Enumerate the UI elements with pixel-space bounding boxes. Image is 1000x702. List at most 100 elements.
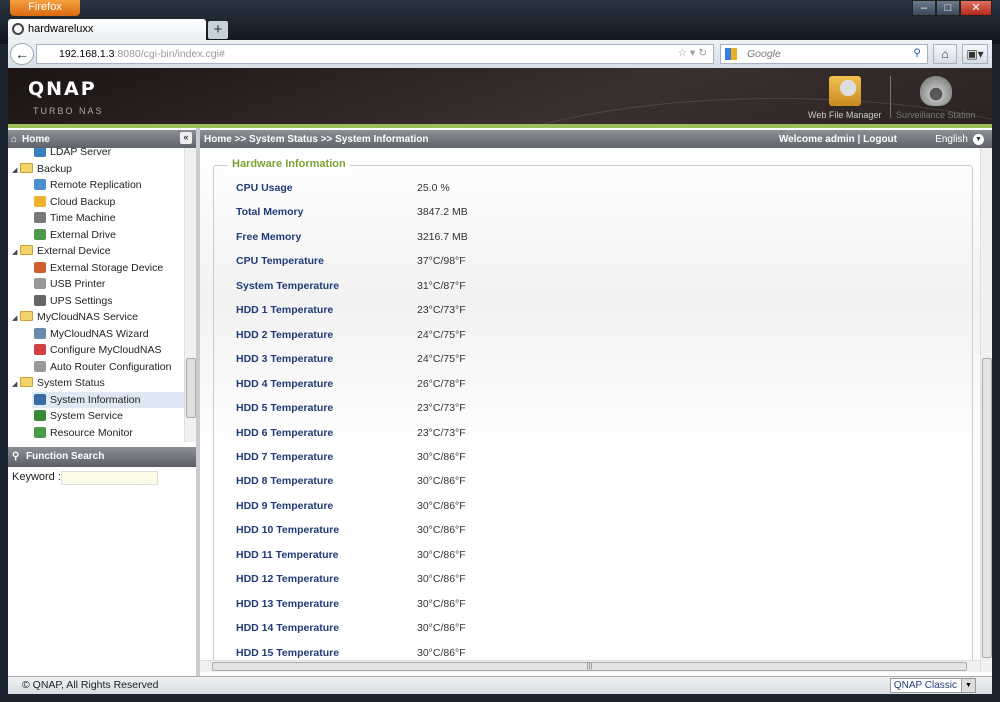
sidebar-item-label: System Status [37, 377, 105, 389]
function-search-title: Function Search [26, 451, 105, 462]
info-row: HDD 6 Temperature 23°C/73°F [236, 427, 466, 441]
search-placeholder: Google [747, 48, 781, 60]
expand-arrow-icon[interactable]: ◢ [12, 377, 20, 393]
sidebar-folder[interactable]: ◢ Backup [12, 161, 184, 177]
bookmarks-icon[interactable]: ▣▾ [962, 44, 988, 64]
sidebar-folder[interactable]: ◢ MyCloudNAS Service [12, 309, 184, 325]
bookmark-star-reload-icon[interactable]: ☆ ▾ ↻ [678, 47, 707, 59]
maximize-button[interactable]: □ [936, 0, 960, 16]
expand-arrow-icon[interactable]: ◢ [12, 245, 20, 261]
info-row: HDD 4 Temperature 26°C/78°F [236, 378, 466, 392]
breadcrumb: Home >> System Status >> System Informat… [204, 134, 429, 145]
sidebar-item[interactable]: System Service [32, 408, 184, 424]
back-arrow-icon[interactable]: ← [10, 43, 34, 65]
sidebar-item[interactable]: External Storage Device [32, 260, 184, 276]
url-bar[interactable]: 192.168.1.3:8080/cgi-bin/index.cgi# ☆ ▾ ↻ [36, 44, 714, 64]
qnap-logo: QNAP [28, 78, 97, 100]
firefox-menu-button[interactable]: Firefox [10, 0, 80, 16]
menu-item-icon [34, 212, 46, 223]
web-file-manager-button[interactable]: Web File Manager [808, 76, 881, 120]
info-value: 30°C/86°F [417, 646, 466, 659]
menu-item-icon [34, 195, 46, 207]
sidebar-item[interactable]: Cloud Backup [32, 194, 184, 210]
info-value: 25.0 % [417, 182, 450, 194]
info-label: HDD 6 Temperature [236, 426, 334, 439]
menu-item-icon [34, 327, 46, 339]
qnap-header: QNAP TURBO NAS Web File Manager Surveill… [8, 68, 992, 126]
sidebar-item[interactable]: UPS Settings [32, 293, 184, 309]
sidebar-item[interactable]: Remote Replication [32, 177, 184, 193]
turbo-nas-subtitle: TURBO NAS [33, 106, 104, 116]
sidebar-item-label: External Device [37, 245, 111, 257]
sidebar-item[interactable]: Resource Monitor [32, 425, 184, 441]
surveillance-station-button[interactable]: Surveillance Station [896, 76, 976, 120]
expand-arrow-icon[interactable]: ◢ [12, 163, 20, 179]
info-value: 23°C/73°F [417, 402, 466, 415]
function-search-header: ⚲ Function Search [8, 447, 196, 467]
content-horizontal-scrollbar[interactable]: ||| [200, 660, 980, 672]
content-panel: Hardware Information CPU Usage 25.0 % Tota… [200, 148, 980, 660]
content-vertical-scrollbar[interactable] [980, 148, 992, 672]
chevron-down-icon[interactable]: ▼ [961, 679, 975, 692]
sidebar-item-label: MyCloudNAS Service [37, 311, 138, 323]
sidebar-scrollbar[interactable] [184, 148, 196, 442]
info-row: HDD 3 Temperature 24°C/75°F [236, 353, 466, 367]
welcome-logout[interactable]: Welcome admin | Logout [779, 130, 897, 150]
theme-select[interactable]: QNAP Classic ▼ [889, 678, 976, 693]
info-label: HDD 5 Temperature [236, 402, 334, 415]
info-row: HDD 12 Temperature 30°C/86°F [236, 573, 466, 587]
menu-item-icon [34, 179, 46, 190]
menu-item-icon [34, 393, 46, 405]
info-value: 3847.2 MB [417, 206, 468, 219]
collapse-sidebar-icon[interactable]: « [180, 132, 192, 144]
info-value: 30°C/86°F [417, 597, 466, 610]
info-label: HDD 13 Temperature [236, 597, 340, 610]
tab-title: hardwareluxx [28, 23, 94, 35]
info-label: HDD 8 Temperature [236, 475, 334, 488]
info-value: 30°C/86°F [417, 548, 466, 561]
sidebar-item[interactable]: System Information [32, 391, 184, 408]
sidebar-item-label: USB Printer [50, 278, 106, 290]
keyword-input[interactable] [61, 471, 158, 485]
close-window-button[interactable]: ✕ [960, 0, 992, 16]
search-input[interactable]: Google ⚲ [720, 44, 928, 64]
info-label: CPU Usage [236, 182, 293, 194]
language-select[interactable]: English [935, 130, 968, 150]
sidebar-item-label: External Drive [50, 228, 116, 241]
search-icon[interactable]: ⚲ [913, 47, 921, 59]
expand-arrow-icon[interactable]: ◢ [12, 311, 20, 327]
browser-tab[interactable]: hardwareluxx [8, 19, 206, 41]
sidebar-item[interactable]: LDAP Server [32, 148, 184, 160]
info-row: HDD 5 Temperature 23°C/73°F [236, 402, 466, 416]
sidebar-item[interactable]: External Drive [32, 227, 184, 243]
sidebar-item[interactable]: Auto Router Configuration [32, 359, 184, 375]
qnap-favicon-icon [12, 23, 24, 35]
sidebar-title[interactable]: Home [22, 134, 50, 145]
info-value: 30°C/86°F [417, 475, 466, 488]
info-row: CPU Usage 25.0 % [236, 182, 450, 196]
sidebar-item[interactable]: Configure MyCloudNAS [32, 342, 184, 358]
sidebar-header: ⌂ Home « [8, 130, 196, 150]
sidebar-item[interactable]: USB Printer [32, 276, 184, 292]
breadcrumb-bar: Home >> System Status >> System Informat… [200, 130, 992, 150]
info-value: 30°C/86°F [417, 450, 466, 463]
chevron-down-icon[interactable]: ▼ [973, 134, 984, 145]
info-row: HDD 9 Temperature 30°C/86°F [236, 500, 466, 514]
sidebar-item-label: MyCloudNAS Wizard [50, 327, 149, 340]
sidebar-folder[interactable]: ◢ System Status [12, 375, 184, 391]
info-label: HDD 12 Temperature [236, 573, 340, 586]
sidebar-item[interactable]: Time Machine [32, 210, 184, 226]
folder-icon [20, 245, 33, 255]
folder-icon [20, 162, 33, 173]
sidebar-folder[interactable]: ◢ External Device [12, 243, 184, 259]
minimize-button[interactable]: – [912, 0, 936, 16]
info-row: HDD 1 Temperature 23°C/73°F [236, 304, 466, 318]
search-icon: ⚲ [12, 451, 20, 462]
sidebar-item[interactable]: MyCloudNAS Wizard [32, 326, 184, 342]
sidebar-item-label: Configure MyCloudNAS [50, 344, 162, 356]
new-tab-button[interactable]: + [208, 21, 228, 39]
info-value: 30°C/86°F [417, 524, 466, 537]
info-row: System Temperature 31°C/87°F [236, 280, 466, 294]
info-row: HDD 10 Temperature 30°C/86°F [236, 524, 466, 538]
home-icon[interactable]: ⌂ [933, 44, 957, 64]
